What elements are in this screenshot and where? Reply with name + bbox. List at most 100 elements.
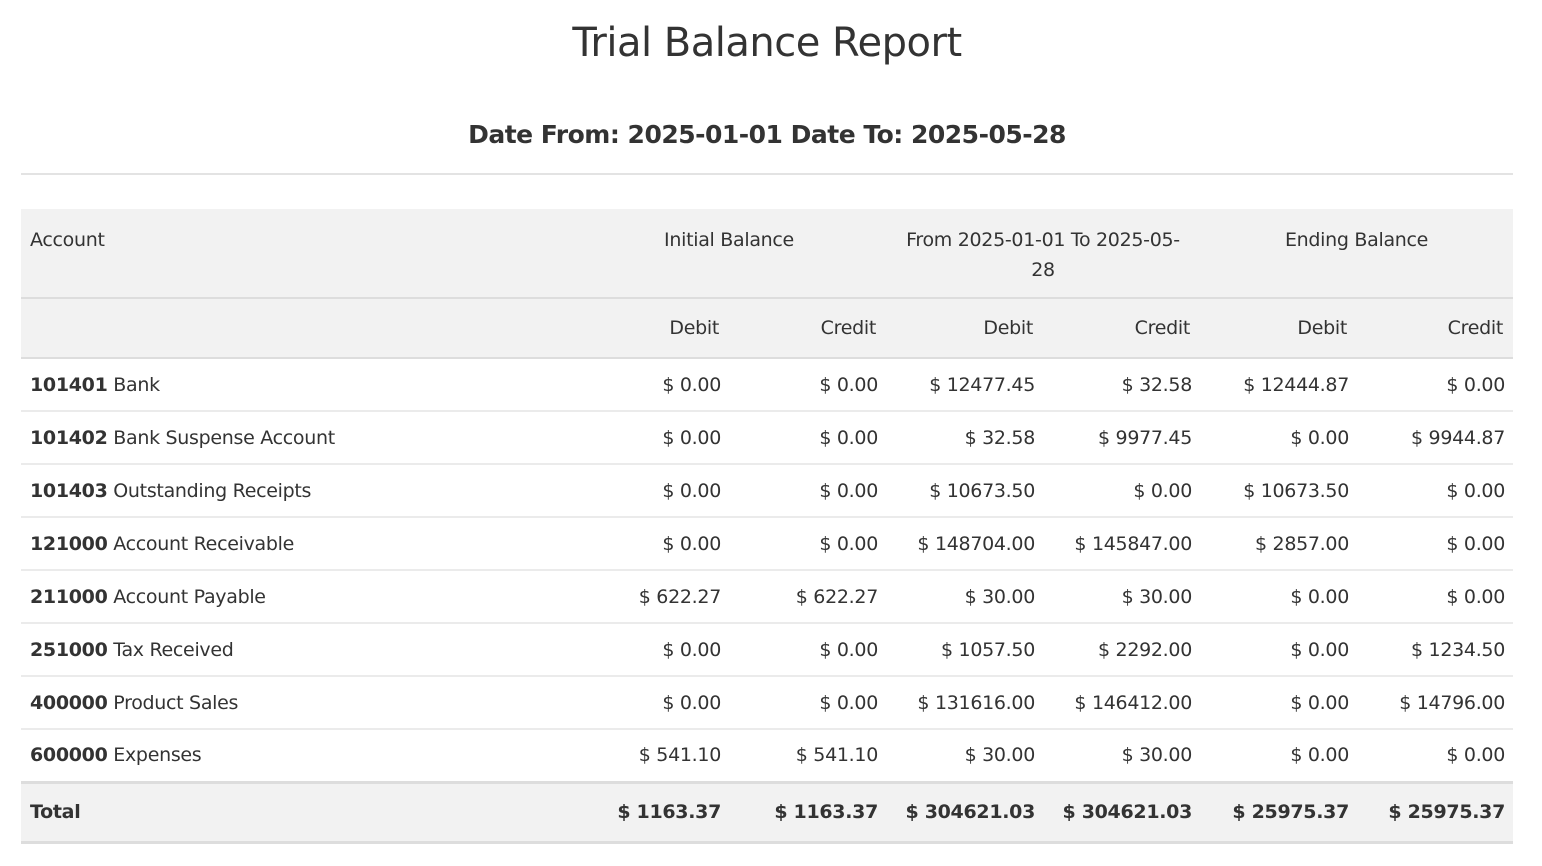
cell-initial-credit: $ 622.27 xyxy=(729,570,886,624)
cell-period-debit: $ 32.58 xyxy=(886,411,1043,465)
subheader-initial-debit: Debit xyxy=(572,298,729,359)
cell-ending-debit: $ 0.00 xyxy=(1200,623,1357,677)
column-header-account: Account xyxy=(21,209,572,299)
cell-initial-debit: $ 0.00 xyxy=(572,358,729,412)
table-group-header-row: Account Initial Balance From 2025-01-01 … xyxy=(21,209,1514,299)
account-name: Account Payable xyxy=(113,585,266,608)
table-row: 101403 Outstanding Receipts $ 0.00 $ 0.00 $… xyxy=(21,464,1514,518)
cell-ending-debit: $ 2857.00 xyxy=(1200,517,1357,571)
cell-initial-credit: $ 541.10 xyxy=(729,729,886,783)
cell-initial-debit: $ 541.10 xyxy=(572,729,729,783)
cell-initial-debit: $ 0.00 xyxy=(572,623,729,677)
cell-ending-debit: $ 10673.50 xyxy=(1200,464,1357,518)
cell-period-credit: $ 32.58 xyxy=(1043,358,1200,412)
cell-ending-credit: $ 0.00 xyxy=(1357,358,1514,412)
cell-initial-credit: $ 0.00 xyxy=(729,623,886,677)
group-header-initial-balance: Initial Balance xyxy=(572,209,886,299)
account-code: 400000 xyxy=(30,691,108,714)
table-row: 101401 Bank $ 0.00 $ 0.00 $ 12477.45 $ 32.58… xyxy=(21,358,1514,412)
account-name: Product Sales xyxy=(113,691,239,714)
table-row: 211000 Account Payable $ 622.27 $ 622.27 $ … xyxy=(21,570,1514,624)
total-ending-credit: $ 25975.37 xyxy=(1357,780,1514,844)
account-name: Expenses xyxy=(113,744,202,767)
cell-initial-credit: $ 0.00 xyxy=(729,464,886,518)
cell-initial-credit: $ 0.00 xyxy=(729,411,886,465)
cell-period-credit: $ 9977.45 xyxy=(1043,411,1200,465)
subheader-blank xyxy=(21,298,572,359)
trial-balance-report: Trial Balance Report Date From: 2025-01-… xyxy=(21,0,1514,844)
cell-period-debit: $ 148704.00 xyxy=(886,517,1043,571)
table-row: 600000 Expenses $ 541.10 $ 541.10 $ 30.00 $ … xyxy=(21,729,1514,783)
cell-period-debit: $ 30.00 xyxy=(886,729,1043,783)
cell-ending-credit: $ 1234.50 xyxy=(1357,623,1514,677)
divider xyxy=(21,173,1513,175)
table-row: 121000 Account Receivable $ 0.00 $ 0.00 $ 1… xyxy=(21,517,1514,571)
table-row: 400000 Product Sales $ 0.00 $ 0.00 $ 131616… xyxy=(21,676,1514,730)
cell-period-debit: $ 30.00 xyxy=(886,570,1043,624)
subheader-ending-credit: Credit xyxy=(1357,298,1514,359)
cell-ending-credit: $ 0.00 xyxy=(1357,729,1514,783)
total-label: Total xyxy=(21,780,572,844)
total-period-debit: $ 304621.03 xyxy=(886,780,1043,844)
table-row: 101402 Bank Suspense Account $ 0.00 $ 0.00… xyxy=(21,411,1514,465)
cell-ending-credit: $ 0.00 xyxy=(1357,570,1514,624)
cell-ending-debit: $ 0.00 xyxy=(1200,411,1357,465)
table-subheader-row: Debit Credit Debit Credit Debit Credit xyxy=(21,298,1514,359)
account-cell: 101403 Outstanding Receipts xyxy=(21,464,572,518)
cell-ending-debit: $ 0.00 xyxy=(1200,729,1357,783)
cell-initial-debit: $ 0.00 xyxy=(572,464,729,518)
cell-ending-debit: $ 12444.87 xyxy=(1200,358,1357,412)
table-body: 101401 Bank $ 0.00 $ 0.00 $ 12477.45 $ 32.58… xyxy=(21,358,1514,783)
total-period-credit: $ 304621.03 xyxy=(1043,780,1200,844)
account-name: Tax Received xyxy=(113,638,234,661)
table-row: 251000 Tax Received $ 0.00 $ 0.00 $ 1057.50… xyxy=(21,623,1514,677)
account-cell: 400000 Product Sales xyxy=(21,676,572,730)
cell-ending-credit: $ 14796.00 xyxy=(1357,676,1514,730)
account-code: 211000 xyxy=(30,585,108,608)
cell-period-debit: $ 10673.50 xyxy=(886,464,1043,518)
cell-initial-debit: $ 622.27 xyxy=(572,570,729,624)
total-initial-debit: $ 1163.37 xyxy=(572,780,729,844)
account-code: 101402 xyxy=(30,426,108,449)
cell-ending-credit: $ 0.00 xyxy=(1357,464,1514,518)
cell-period-credit: $ 0.00 xyxy=(1043,464,1200,518)
cell-initial-debit: $ 0.00 xyxy=(572,676,729,730)
cell-period-debit: $ 131616.00 xyxy=(886,676,1043,730)
cell-initial-debit: $ 0.00 xyxy=(572,411,729,465)
subheader-period-debit: Debit xyxy=(886,298,1043,359)
cell-ending-credit: $ 0.00 xyxy=(1357,517,1514,571)
cell-initial-credit: $ 0.00 xyxy=(729,517,886,571)
trial-balance-table: Account Initial Balance From 2025-01-01 … xyxy=(21,209,1514,844)
account-code: 600000 xyxy=(30,744,108,767)
cell-ending-debit: $ 0.00 xyxy=(1200,570,1357,624)
account-cell: 600000 Expenses xyxy=(21,729,572,783)
account-cell: 251000 Tax Received xyxy=(21,623,572,677)
account-code: 101401 xyxy=(30,373,108,396)
account-cell: 101401 Bank xyxy=(21,358,572,412)
subheader-period-credit: Credit xyxy=(1043,298,1200,359)
account-name: Account Receivable xyxy=(113,532,295,555)
total-row: Total $ 1163.37 $ 1163.37 $ 304621.03 $ … xyxy=(21,780,1514,844)
account-name: Bank Suspense Account xyxy=(113,426,335,449)
cell-initial-credit: $ 0.00 xyxy=(729,676,886,730)
cell-ending-debit: $ 0.00 xyxy=(1200,676,1357,730)
cell-period-credit: $ 30.00 xyxy=(1043,570,1200,624)
account-code: 121000 xyxy=(30,532,108,555)
account-name: Outstanding Receipts xyxy=(113,479,312,502)
cell-period-credit: $ 145847.00 xyxy=(1043,517,1200,571)
account-cell: 121000 Account Receivable xyxy=(21,517,572,571)
subheader-initial-credit: Credit xyxy=(729,298,886,359)
cell-period-debit: $ 12477.45 xyxy=(886,358,1043,412)
account-code: 251000 xyxy=(30,638,108,661)
cell-period-credit: $ 30.00 xyxy=(1043,729,1200,783)
total-initial-credit: $ 1163.37 xyxy=(729,780,886,844)
group-header-period: From 2025-01-01 To 2025-05-28 xyxy=(886,209,1200,299)
account-code: 101403 xyxy=(30,479,108,502)
account-cell: 101402 Bank Suspense Account xyxy=(21,411,572,465)
subheader-ending-debit: Debit xyxy=(1200,298,1357,359)
report-title: Trial Balance Report xyxy=(572,20,962,66)
group-header-ending-balance: Ending Balance xyxy=(1200,209,1514,299)
cell-period-credit: $ 146412.00 xyxy=(1043,676,1200,730)
cell-ending-credit: $ 9944.87 xyxy=(1357,411,1514,465)
account-cell: 211000 Account Payable xyxy=(21,570,572,624)
